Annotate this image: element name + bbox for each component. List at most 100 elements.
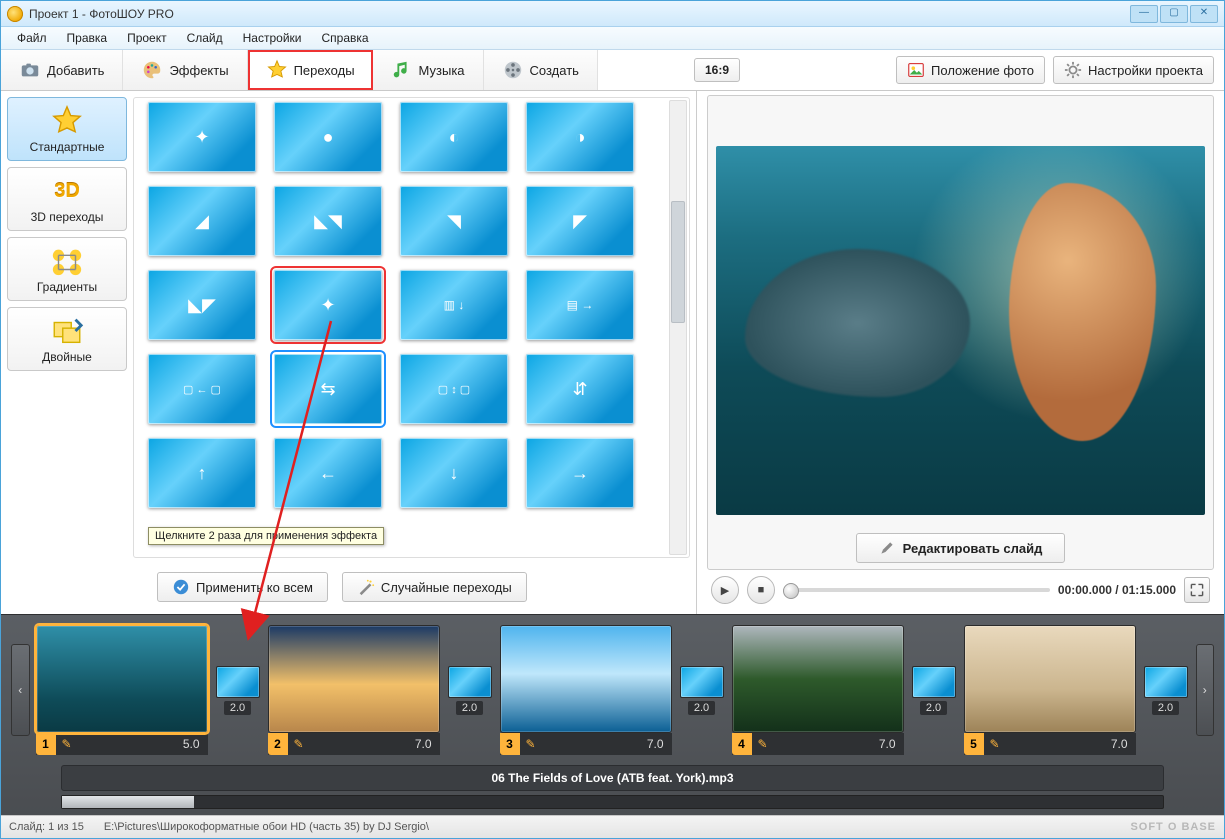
apply-all-label: Применить ко всем: [196, 580, 313, 595]
statusbar: Слайд: 1 из 15 E:\Pictures\Широкоформатн…: [1, 815, 1224, 838]
transition-thumb[interactable]: ↓: [400, 438, 508, 508]
transition-thumb[interactable]: ▥ ↓: [400, 270, 508, 340]
tab-create[interactable]: Создать: [484, 50, 598, 90]
slide-thumb[interactable]: [964, 625, 1136, 733]
transition-thumb[interactable]: ▤ →: [526, 270, 634, 340]
transition-thumb[interactable]: ◢: [148, 186, 256, 256]
tab-effects[interactable]: Эффекты: [123, 50, 247, 90]
pencil-icon: ✎: [56, 737, 78, 751]
category-double-label: Двойные: [42, 350, 92, 364]
aspect-ratio[interactable]: 16:9: [694, 58, 740, 82]
app-icon: [7, 6, 23, 22]
transition-thumb[interactable]: ◣◥: [274, 186, 382, 256]
transition-thumb-selected[interactable]: ✦: [274, 270, 382, 340]
window-controls: — ▢ ✕: [1130, 5, 1218, 23]
tab-add[interactable]: Добавить: [1, 50, 123, 90]
slide-thumb[interactable]: [268, 625, 440, 733]
slide-card[interactable]: 4✎7.0: [732, 625, 904, 755]
category-column: Стандартные 3D 3D переходы Градиенты Дво…: [7, 97, 127, 558]
photo-position-button[interactable]: Положение фото: [896, 56, 1045, 84]
transition-thumb[interactable]: →: [526, 438, 634, 508]
transition-chip[interactable]: 2.0: [912, 666, 956, 715]
slide-thumb[interactable]: [500, 625, 672, 733]
fullscreen-icon: [1190, 583, 1204, 597]
transition-thumb[interactable]: ←: [274, 438, 382, 508]
playback-controls: ▶ ■ 00:00.000 / 01:15.000: [697, 570, 1224, 614]
random-transitions-button[interactable]: Случайные переходы: [342, 572, 527, 602]
menu-settings[interactable]: Настройки: [235, 29, 310, 47]
timeline-strip: ‹ 1✎5.0 2.0 2✎7.0 2.0 3✎7.0 2.0 4: [1, 615, 1224, 765]
minimize-button[interactable]: —: [1130, 5, 1158, 23]
transition-thumb[interactable]: ●: [274, 102, 382, 172]
slide-card[interactable]: 5✎7.0: [964, 625, 1136, 755]
transition-chip[interactable]: 2.0: [448, 666, 492, 715]
category-double[interactable]: Двойные: [7, 307, 127, 371]
photo-position-label: Положение фото: [931, 63, 1034, 78]
reel-icon: [502, 59, 524, 81]
slide-thumb[interactable]: [732, 625, 904, 733]
left-panel: Стандартные 3D 3D переходы Градиенты Дво…: [1, 91, 697, 614]
tab-music[interactable]: Музыка: [373, 50, 484, 90]
seek-bar[interactable]: [783, 588, 1050, 592]
transition-thumb[interactable]: ▢ ← ▢: [148, 354, 256, 424]
transition-thumb[interactable]: ◤: [526, 186, 634, 256]
titlebar: Проект 1 - ФотоШОУ PRO — ▢ ✕: [1, 1, 1224, 27]
edit-slide-button[interactable]: Редактировать слайд: [856, 533, 1066, 563]
menubar: Файл Правка Проект Слайд Настройки Справ…: [1, 27, 1224, 50]
gradient-icon: [50, 244, 84, 278]
fullscreen-button[interactable]: [1184, 577, 1210, 603]
category-gradients[interactable]: Градиенты: [7, 237, 127, 301]
transition-chip[interactable]: 2.0: [680, 666, 724, 715]
transition-thumb[interactable]: ◑: [526, 102, 634, 172]
preview-box: Редактировать слайд: [707, 95, 1214, 570]
category-3d[interactable]: 3D 3D переходы: [7, 167, 127, 231]
apply-all-button[interactable]: Применить ко всем: [157, 572, 328, 602]
timeline-next[interactable]: ›: [1196, 644, 1215, 736]
project-settings-button[interactable]: Настройки проекта: [1053, 56, 1214, 84]
menu-edit[interactable]: Правка: [59, 29, 116, 47]
timeline-scroll[interactable]: [61, 795, 1164, 809]
pencil-icon: ✎: [520, 737, 542, 751]
tab-create-label: Создать: [530, 63, 579, 78]
close-button[interactable]: ✕: [1190, 5, 1218, 23]
apply-icon: [172, 578, 190, 596]
pencil-icon: [879, 540, 895, 556]
category-standard[interactable]: Стандартные: [7, 97, 127, 161]
pencil-icon: ✎: [288, 737, 310, 751]
slide-thumb[interactable]: [36, 625, 208, 733]
slide-card[interactable]: 2✎7.0: [268, 625, 440, 755]
transition-thumb[interactable]: ◣◤: [148, 270, 256, 340]
right-panel: Редактировать слайд ▶ ■ 00:00.000 / 01:1…: [697, 91, 1224, 614]
play-button[interactable]: ▶: [711, 576, 739, 604]
preview-image: [716, 146, 1205, 515]
random-transitions-label: Случайные переходы: [381, 580, 512, 595]
stop-button[interactable]: ■: [747, 576, 775, 604]
audio-track[interactable]: 06 The Fields of Love (ATB feat. York).m…: [61, 765, 1164, 791]
slide-card[interactable]: 3✎7.0: [500, 625, 672, 755]
tab-transitions[interactable]: Переходы: [248, 50, 373, 90]
menu-project[interactable]: Проект: [119, 29, 175, 47]
transition-thumb[interactable]: ▢ ↕ ▢: [400, 354, 508, 424]
slide-card[interactable]: 1✎5.0: [36, 625, 208, 755]
menu-slide[interactable]: Слайд: [179, 29, 231, 47]
maximize-button[interactable]: ▢: [1160, 5, 1188, 23]
transition-thumb[interactable]: ⇆: [274, 354, 382, 424]
music-icon: [391, 59, 413, 81]
menu-file[interactable]: Файл: [9, 29, 55, 47]
transition-thumb[interactable]: ◥: [400, 186, 508, 256]
transition-chip[interactable]: 2.0: [1144, 666, 1188, 715]
transition-thumb[interactable]: ⇵: [526, 354, 634, 424]
transition-thumb[interactable]: ↑: [148, 438, 256, 508]
timeline-prev[interactable]: ‹: [11, 644, 30, 736]
transition-thumb[interactable]: ✦: [148, 102, 256, 172]
transition-chip[interactable]: 2.0: [216, 666, 260, 715]
tab-add-label: Добавить: [47, 63, 104, 78]
star-icon: [50, 104, 84, 138]
main-area: Стандартные 3D 3D переходы Градиенты Дво…: [1, 91, 1224, 614]
gallery-scrollbar[interactable]: [669, 100, 687, 555]
menu-help[interactable]: Справка: [313, 29, 376, 47]
photo-icon: [907, 61, 925, 79]
toolbar-right: 16:9 Положение фото Настройки проекта: [684, 50, 1224, 90]
double-icon: [50, 314, 84, 348]
transition-thumb[interactable]: ◐: [400, 102, 508, 172]
